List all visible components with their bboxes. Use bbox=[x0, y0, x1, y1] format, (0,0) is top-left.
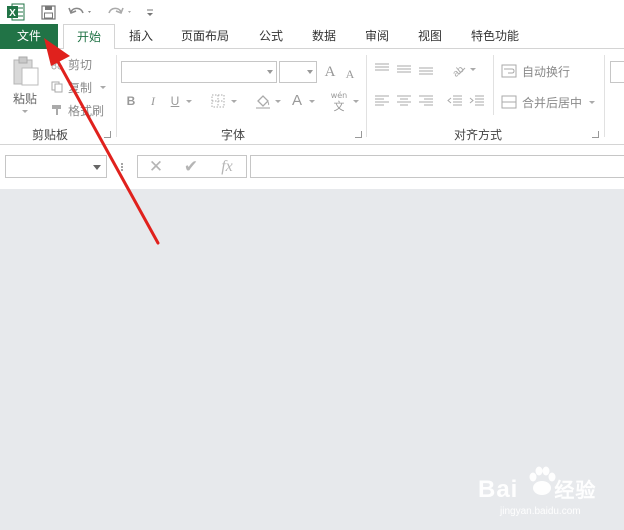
formula-bar: ✕ ✔ fx bbox=[0, 145, 624, 189]
group-divider bbox=[366, 55, 367, 137]
font-color-dropdown-icon[interactable] bbox=[307, 91, 317, 111]
align-right-icon[interactable] bbox=[417, 93, 435, 109]
baidu-watermark: Bai 经验 jingyan.baidu.com bbox=[478, 462, 618, 524]
insert-function-icon[interactable]: fx bbox=[216, 156, 238, 177]
phonetic-guide-button[interactable]: wén 文 bbox=[328, 89, 350, 115]
wrap-text-icon bbox=[500, 63, 518, 79]
cut-button[interactable]: 剪切 bbox=[66, 55, 94, 73]
alignment-group-label: 对齐方式 bbox=[453, 128, 502, 142]
scissors-icon bbox=[50, 57, 64, 71]
grow-font-button[interactable]: A bbox=[322, 61, 338, 83]
redo-icon[interactable] bbox=[106, 2, 136, 22]
bold-button[interactable]: B bbox=[124, 91, 138, 111]
formula-input[interactable] bbox=[250, 155, 624, 178]
underline-button[interactable]: U bbox=[168, 91, 182, 111]
tab-insert[interactable]: 插入 bbox=[121, 24, 161, 49]
ribbon-home: 粘贴 剪切 复制 格式刷 剪贴板 A A B I U A wén 文 字体 ab… bbox=[0, 49, 624, 145]
tab-special-features[interactable]: 特色功能 bbox=[463, 24, 527, 49]
phonetic-char-label: 文 bbox=[333, 100, 345, 113]
group-divider bbox=[493, 55, 494, 115]
font-dialog-launcher-icon[interactable] bbox=[355, 131, 362, 138]
svg-text:ab: ab bbox=[451, 64, 467, 78]
font-color-button[interactable]: A bbox=[289, 90, 305, 110]
excel-logo-icon: X bbox=[6, 2, 26, 22]
fill-color-icon[interactable] bbox=[254, 92, 272, 110]
align-bottom-icon[interactable] bbox=[417, 61, 435, 77]
undo-icon[interactable] bbox=[66, 2, 96, 22]
paste-dropdown-icon[interactable] bbox=[20, 107, 30, 115]
tab-data[interactable]: 数据 bbox=[305, 24, 343, 49]
watermark-bai: Bai bbox=[478, 476, 519, 503]
name-box[interactable] bbox=[5, 155, 107, 178]
tab-formulas[interactable]: 公式 bbox=[252, 24, 290, 49]
align-middle-icon[interactable] bbox=[395, 61, 413, 77]
copy-button[interactable]: 复制 bbox=[66, 78, 94, 96]
align-top-icon[interactable] bbox=[373, 61, 391, 77]
quick-access-toolbar: X bbox=[0, 0, 624, 24]
enter-icon[interactable]: ✔ bbox=[180, 156, 202, 177]
borders-dropdown-icon[interactable] bbox=[229, 91, 239, 111]
watermark-url: jingyan.baidu.com bbox=[500, 506, 581, 517]
wrap-text-button[interactable]: 自动换行 bbox=[520, 62, 572, 80]
format-painter-button[interactable]: 格式刷 bbox=[66, 101, 106, 119]
borders-icon[interactable] bbox=[209, 93, 227, 109]
italic-button[interactable]: I bbox=[146, 91, 160, 111]
align-center-icon[interactable] bbox=[395, 93, 413, 109]
orientation-dropdown-icon[interactable] bbox=[468, 61, 478, 77]
copy-dropdown-icon[interactable] bbox=[98, 82, 108, 92]
alignment-dialog-launcher-icon[interactable] bbox=[592, 131, 599, 138]
tab-view[interactable]: 视图 bbox=[411, 24, 449, 49]
clipboard-dialog-launcher-icon[interactable] bbox=[104, 131, 111, 138]
orientation-icon[interactable]: ab bbox=[448, 59, 468, 79]
increase-indent-icon[interactable] bbox=[468, 93, 486, 109]
save-icon[interactable] bbox=[38, 2, 58, 22]
group-divider bbox=[116, 55, 117, 137]
font-size-select[interactable] bbox=[279, 61, 317, 83]
formula-buttons: ✕ ✔ fx bbox=[137, 155, 247, 178]
phonetic-pinyin-label: wén bbox=[330, 91, 348, 100]
tab-page-layout[interactable]: 页面布局 bbox=[174, 24, 236, 49]
customize-qat-icon[interactable] bbox=[142, 2, 158, 22]
format-painter-icon bbox=[50, 103, 64, 117]
shrink-font-button[interactable]: A bbox=[343, 64, 357, 84]
paste-button[interactable]: 粘贴 bbox=[6, 89, 44, 107]
copy-icon bbox=[50, 80, 64, 94]
paste-icon[interactable] bbox=[8, 55, 42, 87]
fill-color-dropdown-icon[interactable] bbox=[273, 91, 283, 111]
merge-center-icon bbox=[500, 94, 518, 110]
watermark-jingyan: 经验 bbox=[554, 480, 597, 502]
group-divider bbox=[604, 55, 605, 137]
cancel-icon[interactable]: ✕ bbox=[145, 156, 167, 177]
formula-bar-grip-icon[interactable] bbox=[119, 159, 125, 175]
underline-dropdown-icon[interactable] bbox=[184, 91, 194, 111]
font-group-label: 字体 bbox=[220, 128, 245, 142]
ribbon-tabs: 文件 开始 插入 页面布局 公式 数据 审阅 视图 特色功能 bbox=[0, 24, 624, 50]
merge-dropdown-icon[interactable] bbox=[587, 93, 597, 111]
tab-file[interactable]: 文件 bbox=[0, 24, 58, 49]
clipboard-group-label: 剪贴板 bbox=[31, 128, 68, 142]
merge-center-button[interactable]: 合并后居中 bbox=[520, 93, 584, 111]
font-name-select[interactable] bbox=[121, 61, 277, 83]
svg-text:X: X bbox=[9, 8, 16, 19]
watermark-brand: Bai 经验 bbox=[478, 474, 596, 504]
decrease-indent-icon[interactable] bbox=[446, 93, 464, 109]
align-left-icon[interactable] bbox=[373, 93, 391, 109]
number-format-select[interactable] bbox=[610, 61, 624, 83]
tab-review[interactable]: 审阅 bbox=[358, 24, 396, 49]
tab-home[interactable]: 开始 bbox=[63, 24, 115, 50]
phonetic-dropdown-icon[interactable] bbox=[351, 91, 361, 111]
